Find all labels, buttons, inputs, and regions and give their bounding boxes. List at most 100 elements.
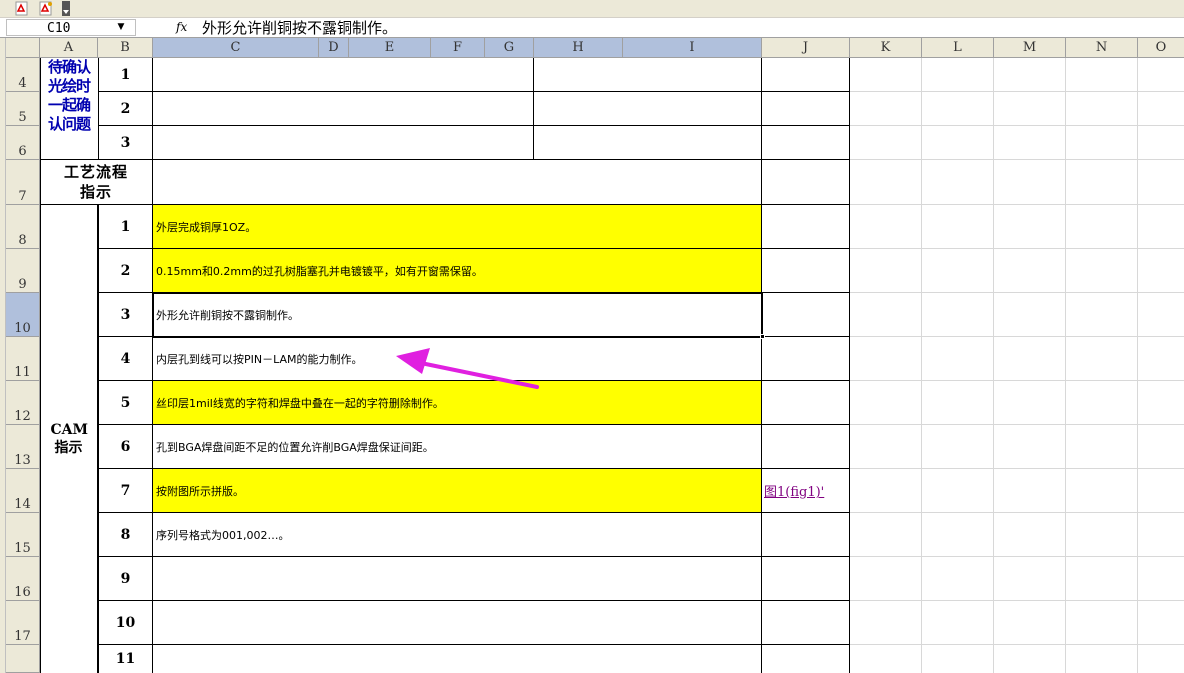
row-header-10[interactable]: 10 xyxy=(6,293,40,337)
row-number: 4 xyxy=(18,76,27,91)
cam-item-number[interactable]: 8 xyxy=(98,513,153,557)
row-header-18[interactable] xyxy=(6,645,40,673)
column-header-m[interactable]: M xyxy=(994,38,1066,58)
cam-item-number[interactable]: 4 xyxy=(98,337,153,381)
row-header-11[interactable]: 11 xyxy=(6,337,40,381)
cam-item-text[interactable] xyxy=(153,557,762,601)
dropdown-arrow-icon[interactable]: ▼ xyxy=(114,20,128,34)
column-header-f[interactable]: F xyxy=(431,38,485,58)
row-header-17[interactable]: 17 xyxy=(6,601,40,645)
confirm-item-cell[interactable] xyxy=(534,58,762,92)
j-cell[interactable] xyxy=(762,425,850,469)
cam-item-text[interactable] xyxy=(153,645,762,673)
cam-section-cell[interactable]: CAM指示 xyxy=(40,205,98,673)
confirm-section-cell[interactable]: 待确认光绘时一起确认问题 xyxy=(40,58,98,160)
row-header-4[interactable]: 4 xyxy=(6,58,40,92)
confirm-section-title: 待确认光绘时一起确认问题 xyxy=(47,58,91,133)
row-header-12[interactable]: 12 xyxy=(6,381,40,425)
process-content-cell[interactable] xyxy=(153,160,762,205)
j-cell[interactable] xyxy=(762,381,850,425)
confirm-item-cell[interactable] xyxy=(153,126,534,160)
cam-item-number[interactable]: 5 xyxy=(98,381,153,425)
column-header-o[interactable]: O xyxy=(1138,38,1184,58)
j-cell[interactable] xyxy=(762,126,850,160)
confirm-item-number[interactable]: 2 xyxy=(98,92,153,126)
j-cell[interactable] xyxy=(762,601,850,645)
gridline xyxy=(850,556,1184,557)
j-cell[interactable] xyxy=(762,160,850,205)
cam-item-text[interactable]: 序列号格式为001,002…。 xyxy=(153,513,762,557)
cam-item-number[interactable]: 6 xyxy=(98,425,153,469)
column-header-j[interactable]: J xyxy=(762,38,850,58)
cam-item-number[interactable]: 11 xyxy=(98,645,153,673)
gridline xyxy=(850,600,1184,601)
row-header-5[interactable]: 5 xyxy=(6,92,40,126)
row-number: 14 xyxy=(14,497,31,512)
j-cell[interactable] xyxy=(762,205,850,249)
cam-item-number[interactable]: 3 xyxy=(98,293,153,337)
confirm-item-cell[interactable] xyxy=(153,92,534,126)
pdf-export-icon[interactable] xyxy=(38,1,54,16)
gridline xyxy=(850,336,1184,337)
row-number: 13 xyxy=(14,453,31,468)
row-header-13[interactable]: 13 xyxy=(6,425,40,469)
confirm-item-number[interactable]: 1 xyxy=(98,58,153,92)
confirm-item-cell[interactable] xyxy=(153,58,534,92)
j-cell[interactable] xyxy=(762,337,850,381)
column-header-h[interactable]: H xyxy=(534,38,623,58)
column-header-l[interactable]: L xyxy=(922,38,994,58)
j-cell[interactable] xyxy=(762,645,850,673)
row-header-9[interactable]: 9 xyxy=(6,249,40,293)
cam-item-number[interactable]: 2 xyxy=(98,249,153,293)
cam-item-number[interactable]: 9 xyxy=(98,557,153,601)
fill-handle[interactable] xyxy=(760,334,765,339)
column-header-b[interactable]: B xyxy=(98,38,153,58)
figure-link[interactable]: 图1(fig1)' xyxy=(762,469,850,513)
formula-input[interactable]: 外形允许削铜按不露铜制作。 xyxy=(202,18,397,38)
row-header-7[interactable]: 7 xyxy=(6,160,40,205)
j-cell[interactable] xyxy=(762,92,850,126)
active-cell-selection[interactable] xyxy=(152,292,763,338)
column-header-k[interactable]: K xyxy=(850,38,922,58)
pdf-icon[interactable] xyxy=(14,1,30,16)
row-header-15[interactable]: 15 xyxy=(6,513,40,557)
column-header-a[interactable]: A xyxy=(40,38,98,58)
cam-item-text[interactable]: 孔到BGA焊盘间距不足的位置允许削BGA焊盘保证间距。 xyxy=(153,425,762,469)
j-cell[interactable] xyxy=(762,557,850,601)
select-all-corner[interactable] xyxy=(6,38,40,58)
cam-item-text[interactable] xyxy=(153,601,762,645)
cam-item-number[interactable]: 1 xyxy=(98,205,153,249)
cam-section-title: CAM指示 xyxy=(50,422,89,456)
row-header-6[interactable]: 6 xyxy=(6,126,40,160)
cam-item-text[interactable]: 按附图所示拼版。 xyxy=(153,469,762,513)
column-header-c[interactable]: C xyxy=(153,38,319,58)
row-header-16[interactable]: 16 xyxy=(6,557,40,601)
column-header-g[interactable]: G xyxy=(485,38,534,58)
confirm-item-cell[interactable] xyxy=(534,92,762,126)
magenta-arrow-annotation xyxy=(396,348,539,389)
column-header-e[interactable]: E xyxy=(349,38,431,58)
cam-item-text[interactable]: 0.15mm和0.2mm的过孔树脂塞孔并电镀镀平，如有开窗需保留。 xyxy=(153,249,762,293)
column-header-i[interactable]: I xyxy=(623,38,762,58)
confirm-item-number[interactable]: 3 xyxy=(98,126,153,160)
row-header-14[interactable]: 14 xyxy=(6,469,40,513)
j-cell[interactable] xyxy=(762,513,850,557)
j-cell[interactable] xyxy=(762,293,850,337)
j-cell[interactable] xyxy=(762,249,850,293)
gridline xyxy=(850,292,1184,293)
row-header-8[interactable]: 8 xyxy=(6,205,40,249)
j-cell[interactable] xyxy=(762,58,850,92)
column-header-n[interactable]: N xyxy=(1066,38,1138,58)
gridline xyxy=(850,424,1184,425)
function-icon[interactable]: fx xyxy=(176,19,187,36)
row-number: 16 xyxy=(14,585,31,600)
row-number: 5 xyxy=(18,110,27,125)
process-section-cell[interactable]: 工艺流程指示 xyxy=(40,160,153,205)
cam-item-number[interactable]: 10 xyxy=(98,601,153,645)
cam-item-number[interactable]: 7 xyxy=(98,469,153,513)
confirm-item-cell[interactable] xyxy=(534,126,762,160)
toolbar-options-icon[interactable] xyxy=(62,1,70,16)
gridline xyxy=(850,644,1184,645)
cam-item-text[interactable]: 外层完成铜厚1OZ。 xyxy=(153,205,762,249)
column-header-d[interactable]: D xyxy=(319,38,349,58)
